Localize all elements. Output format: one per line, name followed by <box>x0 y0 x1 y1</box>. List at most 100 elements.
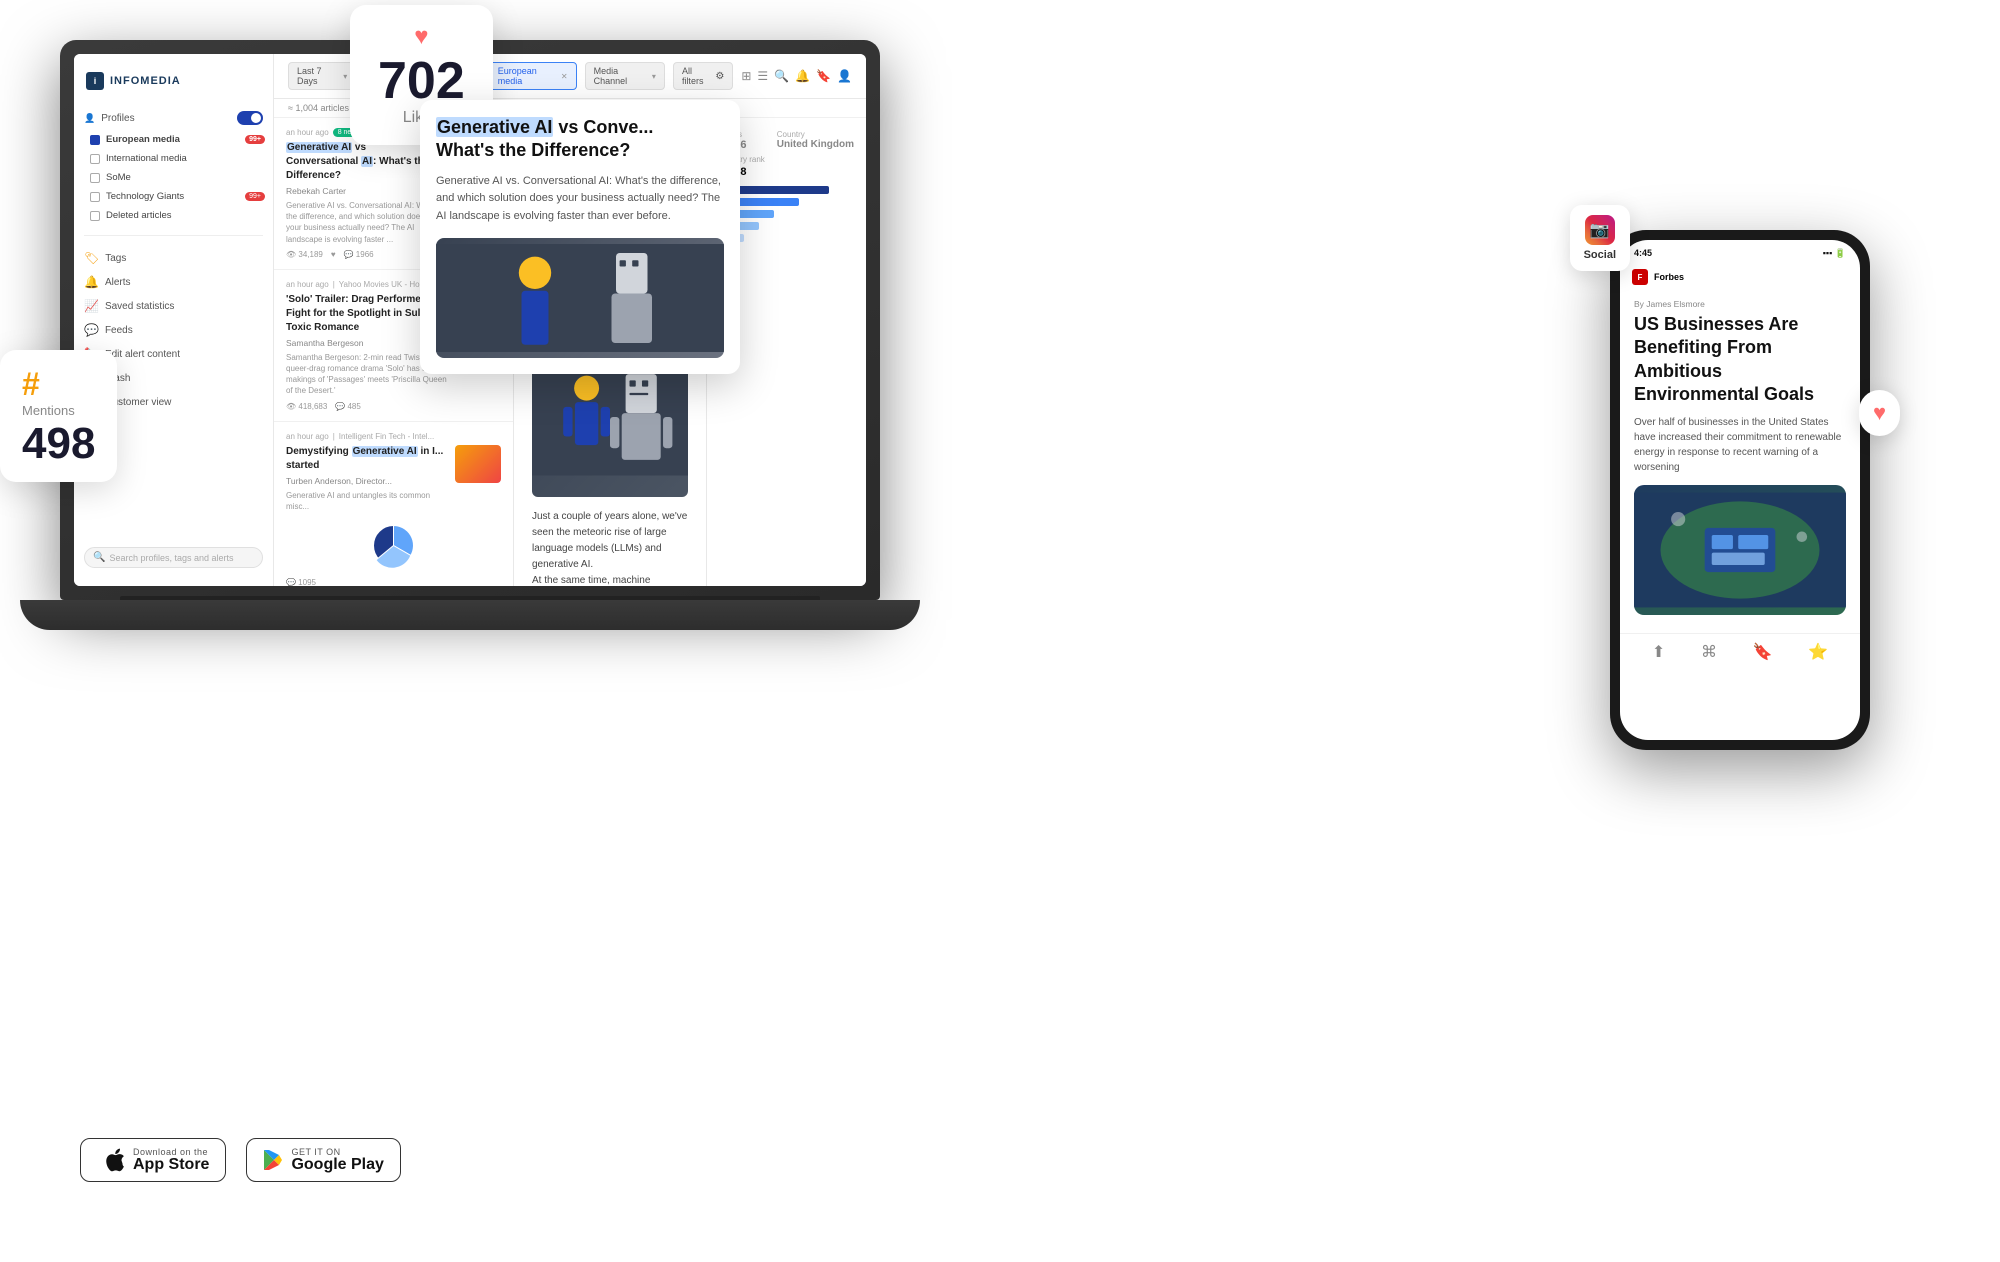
article-3-excerpt: Generative AI and untangles its common m… <box>286 490 449 512</box>
social-label: Social <box>1584 249 1616 261</box>
article-detail-body-3: Just a couple of years alone, we've seen… <box>532 509 688 573</box>
article-2-time: an hour ago <box>286 280 329 289</box>
country-value: United Kingdom <box>777 139 854 150</box>
article-2-source: Yahoo Movies UK - Home <box>339 280 431 289</box>
edit-alert-label: Edit alert content <box>105 349 180 360</box>
filter-close-icon[interactable]: ✕ <box>561 72 568 81</box>
popup-body: Generative AI vs. Conversational AI: Wha… <box>436 173 724 226</box>
app-stores: Download on the App Store GET IT ON Goog… <box>80 1138 401 1182</box>
filter-media-channel[interactable]: Media Channel ▾ <box>585 62 665 90</box>
saved-stats-label: Saved statistics <box>105 301 174 312</box>
mentions-hash-icon: # <box>22 366 95 403</box>
article-item-3[interactable]: an hour ago | Intelligent Fin Tech - Int… <box>274 422 513 587</box>
phone-star-icon[interactable]: ⭐ <box>1808 642 1828 662</box>
user-top-icon[interactable]: 👤 <box>837 69 852 83</box>
article-3-image <box>455 445 501 483</box>
intl-media-label: International media <box>106 153 187 164</box>
app-name: INFOMEDIA <box>110 75 181 87</box>
view-list-icon[interactable]: ☰ <box>757 69 768 83</box>
apple-logo-icon <box>105 1148 125 1172</box>
intl-media-checkbox[interactable] <box>90 154 100 164</box>
filter-european[interactable]: European media ✕ <box>489 62 577 90</box>
article-popup: Generative AI vs Conve...What's the Diff… <box>420 100 740 374</box>
sidebar-item-european-media[interactable]: European media 99+ <box>74 130 273 149</box>
social-tag: 📷 Social <box>1570 205 1630 271</box>
european-media-label: European media <box>106 134 180 145</box>
mentions-label: Mentions <box>22 403 95 418</box>
logo-icon: i <box>86 72 104 90</box>
article-3-pie-chart <box>366 518 421 573</box>
phone-time: 4:45 <box>1634 248 1652 259</box>
article-1-excerpt: Generative AI vs. Conversational AI: Wha… <box>286 200 441 245</box>
mentions-number: 498 <box>22 422 95 466</box>
phone-article-title: US Businesses Are Benefiting From Ambiti… <box>1634 313 1846 407</box>
google-play-icon <box>263 1149 283 1171</box>
country-label: Country <box>777 130 854 139</box>
european-media-checkbox[interactable] <box>90 135 100 145</box>
phone: 4:45 ▪▪▪ 🔋 F Forbes By James Elsmore US … <box>1610 230 1870 750</box>
sidebar: i INFOMEDIA 👤 Profiles <box>74 54 274 586</box>
phone-source: Forbes <box>1654 272 1684 282</box>
laptop-base <box>20 600 920 630</box>
sidebar-profiles-section: 👤 Profiles European media 99+ <box>74 102 273 229</box>
tech-giants-badge: 99+ <box>245 192 265 201</box>
profiles-toggle[interactable] <box>237 111 263 125</box>
phone-signal-icon: ▪▪▪ 🔋 <box>1823 248 1846 259</box>
alerts-label: Alerts <box>105 277 131 288</box>
some-checkbox[interactable] <box>90 173 100 183</box>
apple-store-main: App Store <box>133 1157 209 1173</box>
deleted-checkbox[interactable] <box>90 211 100 221</box>
article-detail-body-4: At the same time, machine learning algor… <box>532 573 688 586</box>
phone-bottom-bar: ⬆ ⌘ 🔖 ⭐ <box>1620 633 1860 670</box>
article-1-time: an hour ago <box>286 128 329 137</box>
app-store-button[interactable]: Download on the App Store <box>80 1138 226 1182</box>
filter-period[interactable]: Last 7 Days ▾ <box>288 62 356 90</box>
phone-date: By James Elsmore <box>1634 299 1846 309</box>
search-top-icon[interactable]: 🔍 <box>774 69 789 83</box>
filter-all[interactable]: All filters ⚙ <box>673 62 733 90</box>
phone-article-image <box>1634 485 1846 615</box>
phone-source-bar: F Forbes <box>1620 263 1860 289</box>
phone-article-card: By James Elsmore US Businesses Are Benef… <box>1620 289 1860 633</box>
phone-heart-icon: ♥ <box>1873 400 1886 426</box>
forbes-logo: F <box>1632 269 1648 285</box>
sidebar-item-saved-stats[interactable]: 📈 Saved statistics <box>74 294 273 318</box>
phone-network-icon[interactable]: ⌘ <box>1701 642 1717 662</box>
google-play-button[interactable]: GET IT ON Google Play <box>246 1138 400 1182</box>
tech-giants-checkbox[interactable] <box>90 192 100 202</box>
phone-bookmark-icon[interactable]: 🔖 <box>1753 642 1773 662</box>
instagram-icon: 📷 <box>1585 215 1615 245</box>
article-2-stats: 👁 418,683 💬 485 <box>286 402 501 411</box>
popup-image <box>436 238 724 358</box>
sidebar-item-tags[interactable]: 🏷 Tags <box>74 246 273 270</box>
phone-share-icon[interactable]: ⬆ <box>1652 642 1665 662</box>
scene: i INFOMEDIA 👤 Profiles <box>0 0 2000 1262</box>
article-3-author: Turben Anderson, Director... <box>286 476 449 486</box>
tech-giants-label: Technology Giants <box>106 191 184 202</box>
sidebar-item-some[interactable]: SoMe <box>74 168 273 187</box>
phone-status-bar: 4:45 ▪▪▪ 🔋 <box>1620 240 1860 263</box>
profiles-label: Profiles <box>101 113 134 124</box>
sidebar-profiles-header[interactable]: 👤 Profiles <box>74 106 273 130</box>
phone-article-body: Over half of businesses in the United St… <box>1634 415 1846 475</box>
search-input-wrap[interactable]: 🔍 Search profiles, tags and alerts <box>84 547 263 568</box>
bell-top-icon[interactable]: 🔔 <box>795 69 810 83</box>
popup-title: Generative AI vs Conve...What's the Diff… <box>436 116 724 163</box>
article-1-title: Generative AI vs Conversational AI: What… <box>286 141 441 183</box>
view-grid-icon[interactable]: ⊞ <box>741 69 751 83</box>
article-3-stats: 💬 1095 <box>286 578 501 586</box>
article-3-title: Demystifying Generative AI in I... start… <box>286 445 449 473</box>
article-1-author: Rebekah Carter <box>286 186 441 196</box>
feeds-label: Feeds <box>105 325 133 336</box>
bookmark-top-icon[interactable]: 🔖 <box>816 69 831 83</box>
sidebar-item-tech-giants[interactable]: Technology Giants 99+ <box>74 187 273 206</box>
tags-label: Tags <box>105 253 126 264</box>
sidebar-item-alerts[interactable]: 🔔 Alerts <box>74 270 273 294</box>
sidebar-item-international-media[interactable]: International media <box>74 149 273 168</box>
google-store-main: Google Play <box>291 1157 383 1173</box>
sidebar-logo: i INFOMEDIA <box>74 64 273 102</box>
sidebar-search: 🔍 Search profiles, tags and alerts <box>74 539 273 576</box>
likes-heart-icon: ♥ <box>378 23 465 51</box>
sidebar-item-deleted[interactable]: Deleted articles <box>74 206 273 225</box>
sidebar-item-feeds[interactable]: 💬 Feeds <box>74 318 273 342</box>
